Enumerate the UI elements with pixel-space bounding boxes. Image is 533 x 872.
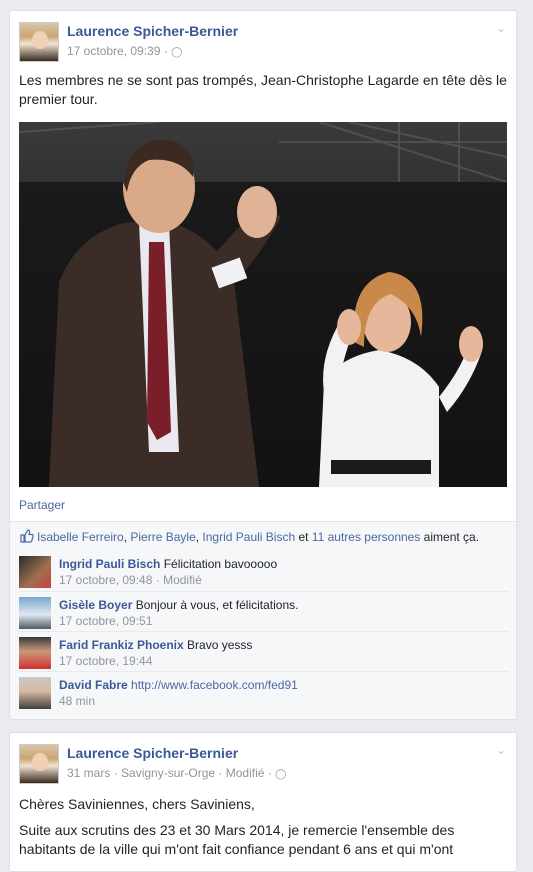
chevron-down-icon[interactable]: ⌄	[496, 21, 506, 35]
commenter-name[interactable]: David Fabre	[59, 678, 128, 692]
post-text: Chères Saviniennes, chers Saviniens,	[19, 796, 255, 812]
globe-icon: ◯	[171, 47, 183, 58]
comment-text: Bravo yesss	[187, 638, 253, 652]
commenter-avatar[interactable]	[19, 677, 51, 709]
author-name[interactable]: Laurence Spicher-Bernier	[67, 745, 238, 761]
share-link[interactable]: Partager	[19, 498, 65, 512]
liker-link[interactable]: Pierre Bayle	[130, 530, 195, 544]
post-time[interactable]: 17 octobre, 09:39	[67, 44, 160, 58]
liker-link[interactable]: Isabelle Ferreiro	[37, 530, 124, 544]
post-text: Les membres ne se sont pas trompés, Jean…	[19, 72, 507, 107]
likes-bar: Isabelle Ferreiro, Pierre Bayle, Ingrid …	[10, 521, 516, 552]
post-card: Laurence Spicher-Bernier 17 octobre, 09:…	[9, 10, 517, 720]
commenter-name[interactable]: Gisèle Boyer	[59, 598, 132, 612]
post-card: Laurence Spicher-Bernier 31 mars · Savig…	[9, 732, 517, 872]
like-thumb-icon	[20, 529, 34, 543]
comment-text: Félicitation bavooooo	[163, 557, 278, 571]
post-text: Suite aux scrutins des 23 et 30 Mars 201…	[19, 822, 455, 857]
post-timestamp: 31 mars · Savigny-sur-Orge · Modifié · ◯	[67, 766, 287, 780]
post-location[interactable]: Savigny-sur-Orge	[121, 766, 215, 780]
comment-time[interactable]: 17 octobre, 09:51	[59, 614, 152, 628]
comment-link[interactable]: http://www.facebook.com/fed91	[131, 678, 298, 692]
comment-item: Gisèle Boyer Bonjour à vous, et félicita…	[19, 591, 509, 629]
post-time[interactable]: 31 mars	[67, 766, 110, 780]
comment-edited[interactable]: Modifié	[163, 573, 202, 587]
comment-item: Farid Frankiz Phoenix Bravo yesss 17 oct…	[19, 631, 509, 669]
commenter-avatar[interactable]	[19, 637, 51, 669]
commenter-avatar[interactable]	[19, 556, 51, 588]
likes-text: Isabelle Ferreiro, Pierre Bayle, Ingrid …	[37, 530, 480, 544]
commenter-name[interactable]: Farid Frankiz Phoenix	[59, 638, 184, 652]
liker-link[interactable]: Ingrid Pauli Bisch	[202, 530, 295, 544]
author-name[interactable]: Laurence Spicher-Bernier	[67, 23, 238, 39]
comment-time[interactable]: 17 octobre, 19:44	[59, 654, 152, 668]
comment-text: Bonjour à vous, et félicitations.	[135, 598, 299, 612]
comment-item: David Fabre http://www.facebook.com/fed9…	[19, 671, 509, 709]
globe-icon: ◯	[275, 769, 287, 780]
comment-time[interactable]: 48 min	[59, 694, 95, 708]
author-avatar[interactable]	[19, 744, 59, 784]
comments-list: Ingrid Pauli Bisch Félicitation bavooooo…	[10, 551, 516, 719]
other-likers-link[interactable]: 11 autres personnes	[312, 530, 421, 544]
comment-item: Ingrid Pauli Bisch Félicitation bavooooo…	[19, 551, 509, 588]
commenter-avatar[interactable]	[19, 597, 51, 629]
commenter-name[interactable]: Ingrid Pauli Bisch	[59, 557, 160, 571]
post-timestamp: 17 octobre, 09:39 · ◯	[67, 44, 183, 58]
author-avatar[interactable]	[19, 22, 59, 62]
post-photo[interactable]	[19, 122, 507, 487]
post-edited[interactable]: Modifié	[226, 766, 265, 780]
post-header: Laurence Spicher-Bernier 17 octobre, 09:…	[19, 22, 499, 62]
comment-time[interactable]: 17 octobre, 09:48	[59, 573, 152, 587]
post-header: Laurence Spicher-Bernier 31 mars · Savig…	[19, 744, 499, 784]
chevron-down-icon[interactable]: ⌄	[496, 743, 506, 757]
